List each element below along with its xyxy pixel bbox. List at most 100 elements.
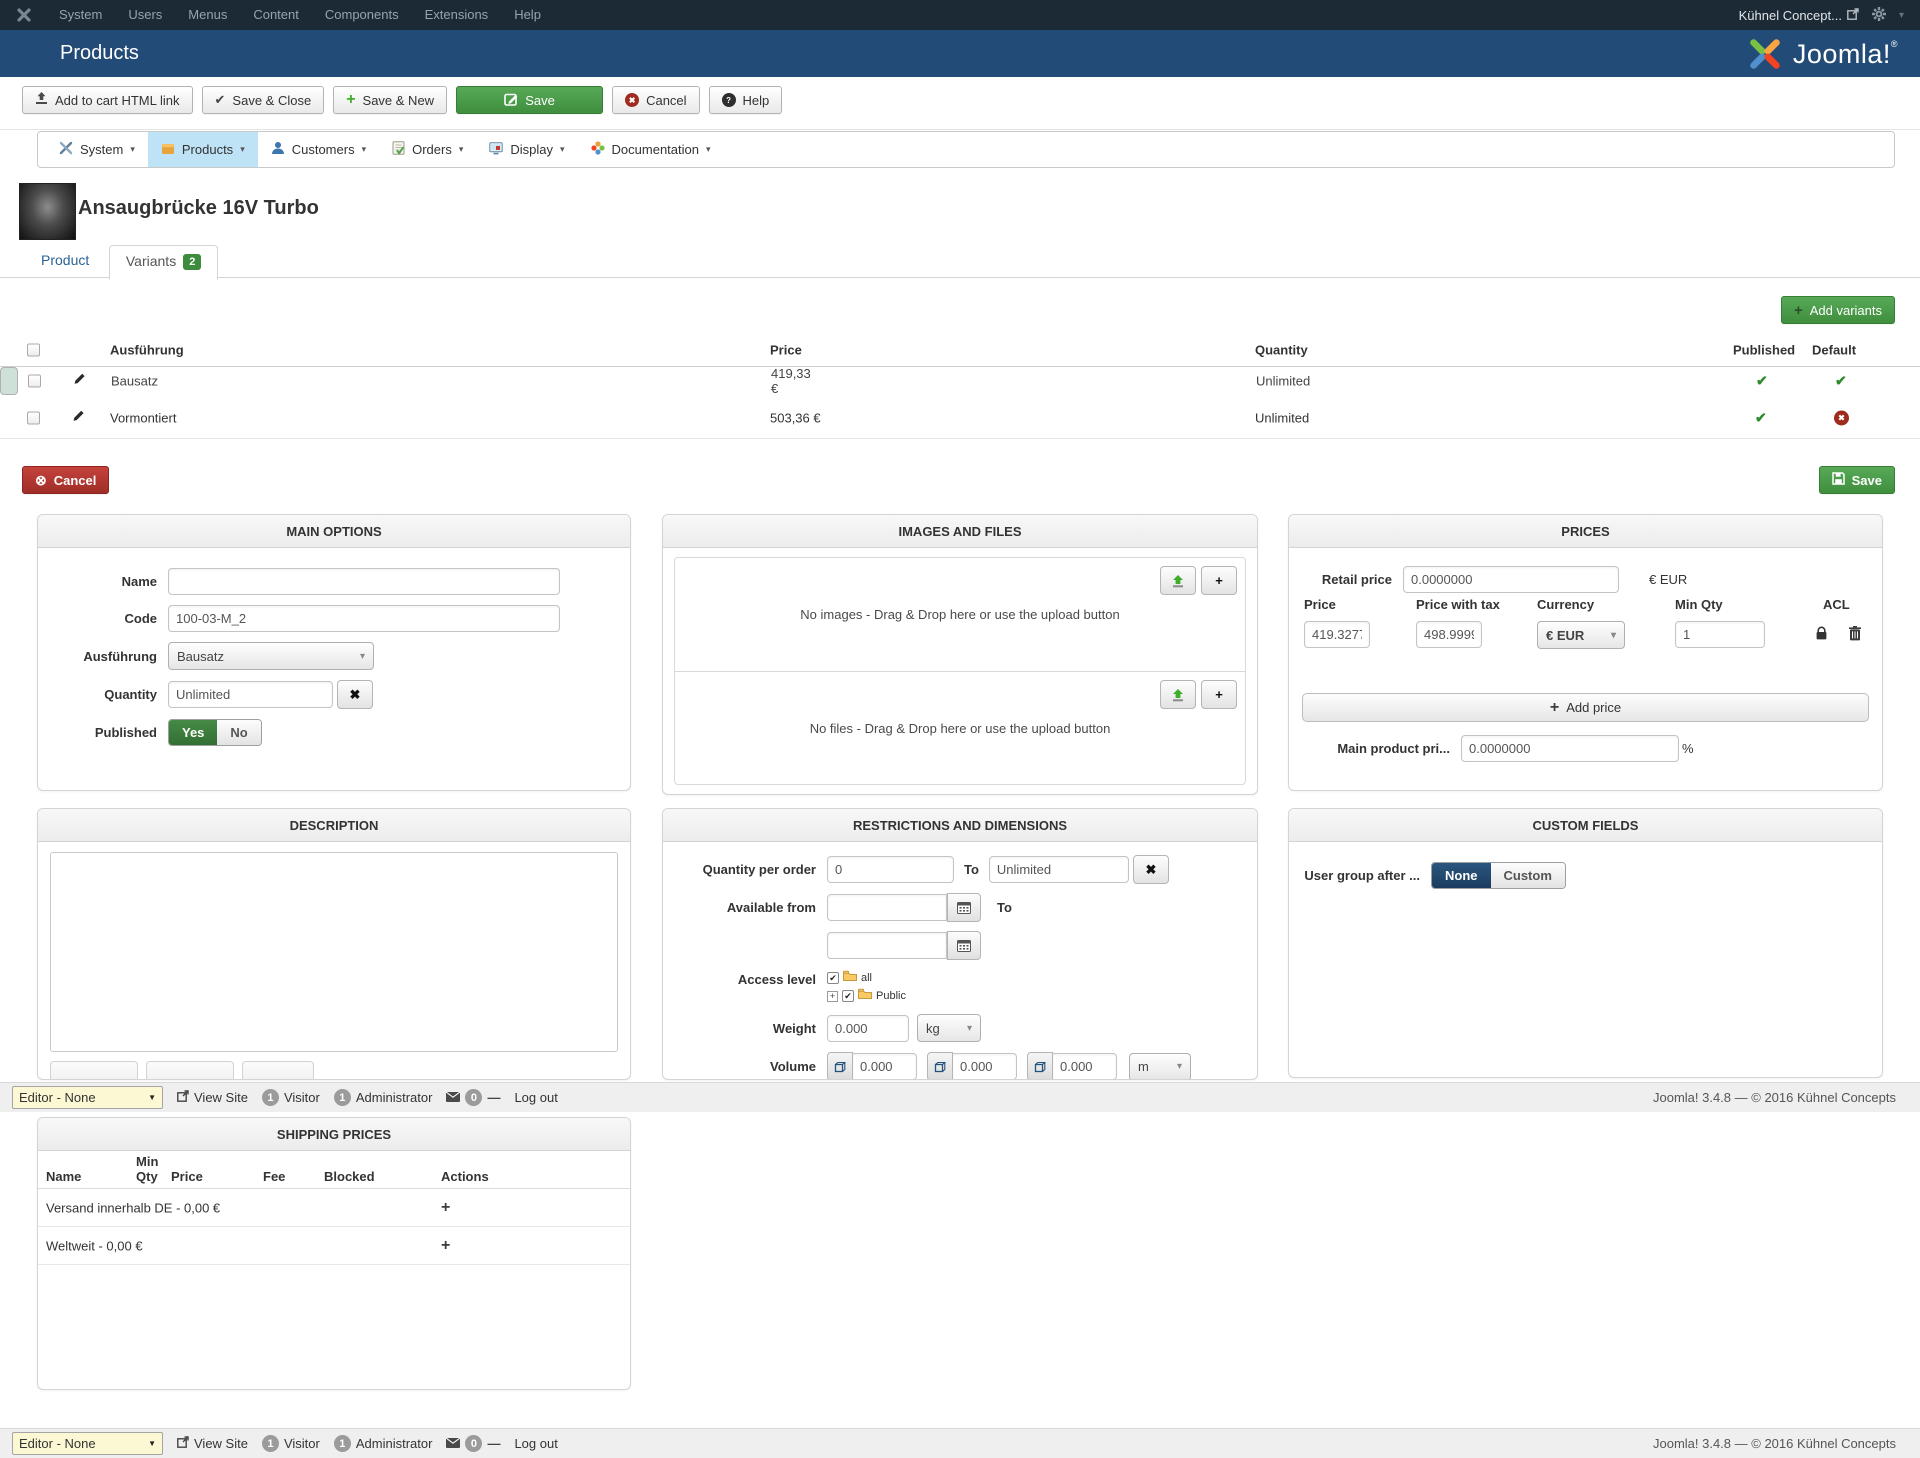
menu-products[interactable]: Products▾ <box>148 132 258 167</box>
weight-unit-select[interactable]: kg▾ <box>917 1014 981 1042</box>
cube-icon <box>827 1052 853 1080</box>
admin-menu-content[interactable]: Content <box>240 0 312 30</box>
variant-row[interactable]: Bausatz 419,33 € Unlimited ✔ ✔ <box>0 367 18 395</box>
save-button[interactable]: Save <box>456 86 603 114</box>
chevron-down-icon[interactable]: ▾ <box>1899 10 1904 21</box>
editor-button[interactable] <box>50 1061 138 1080</box>
volume-z-field[interactable] <box>1053 1053 1117 1080</box>
calendar-icon[interactable] <box>947 931 981 960</box>
weight-field[interactable] <box>827 1015 909 1042</box>
admin-menu-users[interactable]: Users <box>115 0 175 30</box>
variant-row[interactable]: Vormontiert 503,36 € Unlimited ✔ ✖ <box>0 398 1920 439</box>
clear-qty-max-button[interactable]: ✖ <box>1133 855 1169 884</box>
add-price-button[interactable]: + Add price <box>1302 693 1869 722</box>
price-with-tax-field[interactable] <box>1416 621 1482 648</box>
files-dropzone[interactable]: No files - Drag & Drop here or use the u… <box>675 671 1245 784</box>
gear-icon[interactable] <box>1871 6 1887 25</box>
images-dropzone[interactable]: No images - Drag & Drop here or use the … <box>675 558 1245 671</box>
add-shipping-price-icon[interactable]: + <box>441 1237 450 1255</box>
lock-icon[interactable] <box>1815 626 1828 644</box>
visitor-count-badge: 1 <box>262 1089 279 1106</box>
tree-expand-icon[interactable]: + <box>827 991 838 1002</box>
qty-min-field[interactable] <box>827 856 954 883</box>
menu-orders[interactable]: Orders▾ <box>379 132 476 167</box>
variant-save-button[interactable]: Save <box>1819 466 1895 494</box>
price-field[interactable] <box>1304 621 1370 648</box>
currency-select[interactable]: € EUR▾ <box>1537 621 1625 649</box>
add-file-button[interactable]: + <box>1201 680 1237 709</box>
access-all-checkbox[interactable]: ✔ <box>827 972 839 984</box>
tab-variants[interactable]: Variants2 <box>109 245 218 280</box>
trash-icon[interactable] <box>1849 626 1861 644</box>
row-checkbox[interactable] <box>27 412 40 425</box>
admin-menu-extensions[interactable]: Extensions <box>412 0 502 30</box>
editor-button[interactable] <box>146 1061 234 1080</box>
user-group-none-button[interactable]: None <box>1432 863 1491 888</box>
orders-icon <box>392 141 405 158</box>
volume-x-field[interactable] <box>853 1053 917 1080</box>
upload-image-button[interactable] <box>1160 566 1196 595</box>
main-product-price-field[interactable] <box>1461 735 1679 762</box>
editor-select[interactable]: Editor - None▼ <box>12 1432 163 1455</box>
admin-menu-menus[interactable]: Menus <box>175 0 240 30</box>
qty-max-field[interactable] <box>989 856 1129 883</box>
menu-documentation[interactable]: Documentation▾ <box>578 132 724 167</box>
volume-y-field[interactable] <box>953 1053 1017 1080</box>
save-close-button[interactable]: ✔ Save & Close <box>202 86 325 114</box>
published-yes-button[interactable]: Yes <box>169 720 217 745</box>
add-shipping-price-icon[interactable]: + <box>441 1199 450 1217</box>
published-no-button[interactable]: No <box>217 720 260 745</box>
row-checkbox[interactable] <box>28 375 41 388</box>
user-group-label: User group after ... <box>1303 868 1431 883</box>
ausfuehrung-select[interactable]: Bausatz▾ <box>168 642 374 670</box>
available-from-label: Available from <box>677 900 827 915</box>
panel-title: DESCRIPTION <box>38 809 630 842</box>
save-new-button[interactable]: + Save & New <box>333 86 447 114</box>
min-qty-field[interactable] <box>1675 621 1765 648</box>
site-preview-link[interactable]: Kühnel Concept... <box>1739 8 1859 23</box>
editor-button[interactable] <box>242 1061 314 1080</box>
calendar-icon[interactable] <box>947 893 981 922</box>
name-field[interactable] <box>168 568 560 595</box>
menu-system[interactable]: System▾ <box>46 132 148 167</box>
view-site-link[interactable]: View Site <box>177 1436 248 1451</box>
qty-per-order-label: Quantity per order <box>677 862 827 877</box>
edit-pencil-icon[interactable] <box>73 373 86 390</box>
logout-link[interactable]: Log out <box>514 1090 557 1105</box>
envelope-icon[interactable] <box>446 1090 460 1105</box>
select-all-checkbox[interactable] <box>27 344 40 357</box>
add-to-cart-html-button[interactable]: Add to cart HTML link <box>22 86 193 114</box>
quantity-field[interactable] <box>168 681 333 708</box>
logout-link[interactable]: Log out <box>514 1436 557 1451</box>
upload-file-button[interactable] <box>1160 680 1196 709</box>
retail-price-field[interactable] <box>1403 566 1619 593</box>
published-check-icon[interactable]: ✔ <box>1756 373 1768 390</box>
variant-cancel-button[interactable]: ⊗ Cancel <box>22 466 109 494</box>
available-to-field[interactable] <box>827 932 947 959</box>
admin-menu-help[interactable]: Help <box>501 0 554 30</box>
description-editor[interactable] <box>50 852 618 1052</box>
editor-select[interactable]: Editor - None▼ <box>12 1086 163 1109</box>
add-image-button[interactable]: + <box>1201 566 1237 595</box>
default-check-icon[interactable]: ✔ <box>1835 373 1847 390</box>
help-button[interactable]: ? Help <box>709 86 783 114</box>
code-field[interactable] <box>168 605 560 632</box>
admin-menu-components[interactable]: Components <box>312 0 412 30</box>
clear-quantity-button[interactable]: ✖ <box>337 680 373 709</box>
cancel-button[interactable]: ✖ Cancel <box>612 86 699 114</box>
menu-customers[interactable]: Customers▾ <box>258 132 379 167</box>
admin-menu-system[interactable]: System <box>46 0 115 30</box>
view-site-link[interactable]: View Site <box>177 1090 248 1105</box>
menu-display[interactable]: Display▾ <box>476 132 577 167</box>
user-group-custom-button[interactable]: Custom <box>1491 863 1565 888</box>
add-variants-button[interactable]: + Add variants <box>1781 296 1895 324</box>
access-public-checkbox[interactable]: ✔ <box>842 990 854 1002</box>
tab-product[interactable]: Product <box>25 245 105 276</box>
published-check-icon[interactable]: ✔ <box>1755 410 1767 427</box>
user-group-toggle: None Custom <box>1431 862 1566 889</box>
edit-pencil-icon[interactable] <box>72 410 85 427</box>
default-unset-icon[interactable]: ✖ <box>1834 411 1849 426</box>
volume-unit-select[interactable]: m▾ <box>1129 1053 1191 1081</box>
envelope-icon[interactable] <box>446 1436 460 1451</box>
available-from-field[interactable] <box>827 894 947 921</box>
